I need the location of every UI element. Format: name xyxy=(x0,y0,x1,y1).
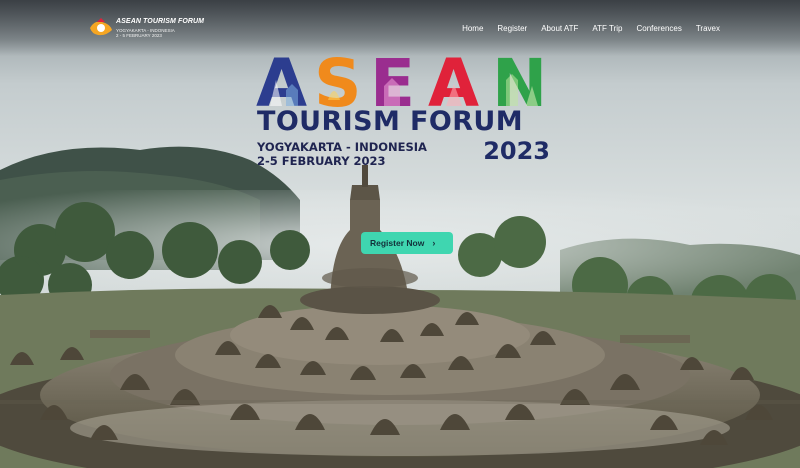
asean-letter-n: N xyxy=(492,50,547,108)
register-now-button[interactable]: Register Now › xyxy=(361,232,453,254)
asean-wordmark: A S E A N xyxy=(256,50,547,108)
logo-title: ASEAN TOURISM FORUM xyxy=(116,18,205,25)
nav-item-home[interactable]: Home xyxy=(462,24,483,33)
atf-logo-icon xyxy=(90,18,112,36)
register-now-label: Register Now xyxy=(370,238,425,248)
nav-item-register[interactable]: Register xyxy=(497,24,527,33)
nav-item-conferences[interactable]: Conferences xyxy=(636,24,681,33)
main-menu: Home Register About ATF ATF Trip Confere… xyxy=(448,24,720,33)
asean-letter-a1: A xyxy=(256,50,307,108)
logo-subtitle-dates: 2 - 5 FEBRUARY 2023 xyxy=(116,33,162,38)
nav-item-atf-trip[interactable]: ATF Trip xyxy=(592,24,622,33)
nav-item-about-atf[interactable]: About ATF xyxy=(541,24,578,33)
hero-location-text: YOGYAKARTA - INDONESIA xyxy=(257,140,427,154)
hero-title-block: A S E A N TOURISM FORUM YOGYAKARTA - IND… xyxy=(256,50,556,170)
site-logo[interactable]: ASEAN TOURISM FORUM YOGYAKARTA - INDONES… xyxy=(86,16,204,40)
top-navigation-bar: ASEAN TOURISM FORUM YOGYAKARTA - INDONES… xyxy=(0,0,800,56)
hero-year-text: 2023 xyxy=(483,137,550,165)
hero-dates-text: 2-5 FEBRUARY 2023 xyxy=(257,154,386,168)
chevron-right-icon: › xyxy=(432,238,436,248)
nav-item-travex[interactable]: Travex xyxy=(696,24,720,33)
hero-tourism-forum-heading: TOURISM FORUM xyxy=(257,106,524,137)
